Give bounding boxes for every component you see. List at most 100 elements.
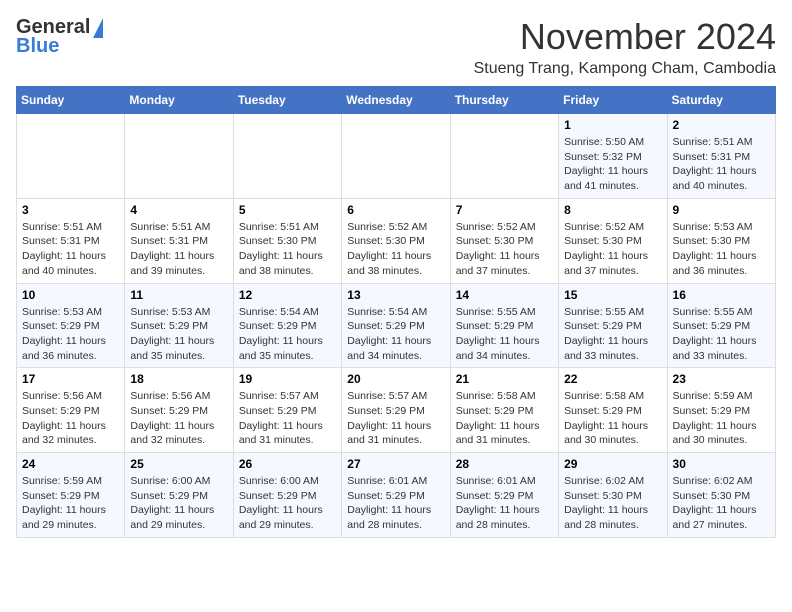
day-cell: 3 Sunrise: 5:51 AM Sunset: 5:31 PM Daylig… bbox=[17, 198, 125, 283]
day-cell: 17Sunrise: 5:56 AM Sunset: 5:29 PM Dayli… bbox=[17, 368, 125, 453]
day-cell bbox=[233, 114, 341, 199]
day-info: Sunrise: 5:55 AM Sunset: 5:29 PM Dayligh… bbox=[673, 305, 770, 364]
day-info: Sunrise: 5:54 AM Sunset: 5:29 PM Dayligh… bbox=[239, 305, 336, 364]
day-cell: 13Sunrise: 5:54 AM Sunset: 5:29 PM Dayli… bbox=[342, 283, 450, 368]
day-cell: 18Sunrise: 5:56 AM Sunset: 5:29 PM Dayli… bbox=[125, 368, 233, 453]
day-info: Sunrise: 6:01 AM Sunset: 5:29 PM Dayligh… bbox=[347, 474, 444, 533]
calendar-header-row: SundayMondayTuesdayWednesdayThursdayFrid… bbox=[17, 87, 776, 114]
day-cell: 20 Sunrise: 5:57 AM Sunset: 5:29 PM Dayli… bbox=[342, 368, 450, 453]
day-number: 30 bbox=[673, 457, 770, 471]
day-cell: 5 Sunrise: 5:51 AM Sunset: 5:30 PM Daylig… bbox=[233, 198, 341, 283]
day-number: 16 bbox=[673, 288, 770, 302]
day-number: 26 bbox=[239, 457, 336, 471]
day-info: Sunrise: 6:00 AM Sunset: 5:29 PM Dayligh… bbox=[239, 474, 336, 533]
day-cell: 24 Sunrise: 5:59 AM Sunset: 5:29 PM Dayli… bbox=[17, 453, 125, 538]
day-cell: 11 Sunrise: 5:53 AM Sunset: 5:29 PM Dayli… bbox=[125, 283, 233, 368]
location-title: Stueng Trang, Kampong Cham, Cambodia bbox=[474, 60, 776, 78]
day-info: Sunrise: 5:51 AM Sunset: 5:31 PM Dayligh… bbox=[673, 135, 770, 194]
day-info: Sunrise: 5:57 AM Sunset: 5:29 PM Dayligh… bbox=[347, 389, 444, 448]
day-number: 19 bbox=[239, 372, 336, 386]
day-cell: 10 Sunrise: 5:53 AM Sunset: 5:29 PM Dayli… bbox=[17, 283, 125, 368]
day-info: Sunrise: 5:53 AM Sunset: 5:29 PM Dayligh… bbox=[22, 305, 119, 364]
week-row-4: 17Sunrise: 5:56 AM Sunset: 5:29 PM Dayli… bbox=[17, 368, 776, 453]
day-info: Sunrise: 5:51 AM Sunset: 5:31 PM Dayligh… bbox=[130, 220, 227, 279]
day-number: 14 bbox=[456, 288, 553, 302]
day-info: Sunrise: 5:54 AM Sunset: 5:29 PM Dayligh… bbox=[347, 305, 444, 364]
day-info: Sunrise: 5:52 AM Sunset: 5:30 PM Dayligh… bbox=[456, 220, 553, 279]
day-cell: 26 Sunrise: 6:00 AM Sunset: 5:29 PM Dayli… bbox=[233, 453, 341, 538]
header-monday: Monday bbox=[125, 87, 233, 114]
week-row-2: 3 Sunrise: 5:51 AM Sunset: 5:31 PM Daylig… bbox=[17, 198, 776, 283]
day-number: 15 bbox=[564, 288, 661, 302]
day-number: 29 bbox=[564, 457, 661, 471]
day-cell: 28 Sunrise: 6:01 AM Sunset: 5:29 PM Dayli… bbox=[450, 453, 558, 538]
day-number: 23 bbox=[673, 372, 770, 386]
day-info: Sunrise: 5:59 AM Sunset: 5:29 PM Dayligh… bbox=[22, 474, 119, 533]
day-info: Sunrise: 5:58 AM Sunset: 5:29 PM Dayligh… bbox=[564, 389, 661, 448]
day-number: 24 bbox=[22, 457, 119, 471]
day-number: 9 bbox=[673, 203, 770, 217]
day-cell bbox=[125, 114, 233, 199]
day-cell: 1 Sunrise: 5:50 AM Sunset: 5:32 PM Daylig… bbox=[559, 114, 667, 199]
day-info: Sunrise: 5:52 AM Sunset: 5:30 PM Dayligh… bbox=[347, 220, 444, 279]
day-cell: 9Sunrise: 5:53 AM Sunset: 5:30 PM Daylig… bbox=[667, 198, 775, 283]
day-number: 12 bbox=[239, 288, 336, 302]
day-cell: 2 Sunrise: 5:51 AM Sunset: 5:31 PM Daylig… bbox=[667, 114, 775, 199]
day-cell: 15Sunrise: 5:55 AM Sunset: 5:29 PM Dayli… bbox=[559, 283, 667, 368]
day-cell: 12 Sunrise: 5:54 AM Sunset: 5:29 PM Dayli… bbox=[233, 283, 341, 368]
day-info: Sunrise: 5:53 AM Sunset: 5:29 PM Dayligh… bbox=[130, 305, 227, 364]
day-number: 2 bbox=[673, 118, 770, 132]
month-title: November 2024 bbox=[474, 16, 776, 58]
day-info: Sunrise: 5:56 AM Sunset: 5:29 PM Dayligh… bbox=[22, 389, 119, 448]
page-header: General Blue November 2024 Stueng Trang,… bbox=[16, 16, 776, 78]
day-number: 8 bbox=[564, 203, 661, 217]
day-number: 1 bbox=[564, 118, 661, 132]
logo-triangle bbox=[93, 18, 103, 38]
day-cell: 25Sunrise: 6:00 AM Sunset: 5:29 PM Dayli… bbox=[125, 453, 233, 538]
day-info: Sunrise: 5:57 AM Sunset: 5:29 PM Dayligh… bbox=[239, 389, 336, 448]
day-info: Sunrise: 5:58 AM Sunset: 5:29 PM Dayligh… bbox=[456, 389, 553, 448]
header-saturday: Saturday bbox=[667, 87, 775, 114]
day-cell: 29 Sunrise: 6:02 AM Sunset: 5:30 PM Dayli… bbox=[559, 453, 667, 538]
day-cell: 30 Sunrise: 6:02 AM Sunset: 5:30 PM Dayli… bbox=[667, 453, 775, 538]
day-cell: 14 Sunrise: 5:55 AM Sunset: 5:29 PM Dayli… bbox=[450, 283, 558, 368]
logo-blue: Blue bbox=[16, 35, 59, 58]
day-info: Sunrise: 6:02 AM Sunset: 5:30 PM Dayligh… bbox=[673, 474, 770, 533]
week-row-1: 1 Sunrise: 5:50 AM Sunset: 5:32 PM Daylig… bbox=[17, 114, 776, 199]
day-info: Sunrise: 5:50 AM Sunset: 5:32 PM Dayligh… bbox=[564, 135, 661, 194]
day-cell: 22 Sunrise: 5:58 AM Sunset: 5:29 PM Dayli… bbox=[559, 368, 667, 453]
day-info: Sunrise: 5:51 AM Sunset: 5:31 PM Dayligh… bbox=[22, 220, 119, 279]
title-block: November 2024 Stueng Trang, Kampong Cham… bbox=[474, 16, 776, 78]
day-number: 4 bbox=[130, 203, 227, 217]
day-number: 27 bbox=[347, 457, 444, 471]
day-number: 28 bbox=[456, 457, 553, 471]
day-cell: 23 Sunrise: 5:59 AM Sunset: 5:29 PM Dayli… bbox=[667, 368, 775, 453]
day-cell: 27 Sunrise: 6:01 AM Sunset: 5:29 PM Dayli… bbox=[342, 453, 450, 538]
week-row-5: 24 Sunrise: 5:59 AM Sunset: 5:29 PM Dayli… bbox=[17, 453, 776, 538]
day-cell: 19 Sunrise: 5:57 AM Sunset: 5:29 PM Dayli… bbox=[233, 368, 341, 453]
header-wednesday: Wednesday bbox=[342, 87, 450, 114]
day-cell: 21 Sunrise: 5:58 AM Sunset: 5:29 PM Dayli… bbox=[450, 368, 558, 453]
header-sunday: Sunday bbox=[17, 87, 125, 114]
header-friday: Friday bbox=[559, 87, 667, 114]
day-cell bbox=[342, 114, 450, 199]
day-info: Sunrise: 5:55 AM Sunset: 5:29 PM Dayligh… bbox=[456, 305, 553, 364]
day-number: 22 bbox=[564, 372, 661, 386]
header-thursday: Thursday bbox=[450, 87, 558, 114]
day-info: Sunrise: 6:01 AM Sunset: 5:29 PM Dayligh… bbox=[456, 474, 553, 533]
day-info: Sunrise: 5:51 AM Sunset: 5:30 PM Dayligh… bbox=[239, 220, 336, 279]
day-number: 10 bbox=[22, 288, 119, 302]
day-number: 21 bbox=[456, 372, 553, 386]
day-number: 11 bbox=[130, 288, 227, 302]
header-tuesday: Tuesday bbox=[233, 87, 341, 114]
calendar-table: SundayMondayTuesdayWednesdayThursdayFrid… bbox=[16, 86, 776, 538]
day-number: 3 bbox=[22, 203, 119, 217]
day-number: 5 bbox=[239, 203, 336, 217]
day-cell: 16 Sunrise: 5:55 AM Sunset: 5:29 PM Dayli… bbox=[667, 283, 775, 368]
day-number: 20 bbox=[347, 372, 444, 386]
day-info: Sunrise: 5:59 AM Sunset: 5:29 PM Dayligh… bbox=[673, 389, 770, 448]
day-number: 6 bbox=[347, 203, 444, 217]
day-info: Sunrise: 6:02 AM Sunset: 5:30 PM Dayligh… bbox=[564, 474, 661, 533]
day-number: 18 bbox=[130, 372, 227, 386]
logo: General Blue bbox=[16, 16, 103, 58]
